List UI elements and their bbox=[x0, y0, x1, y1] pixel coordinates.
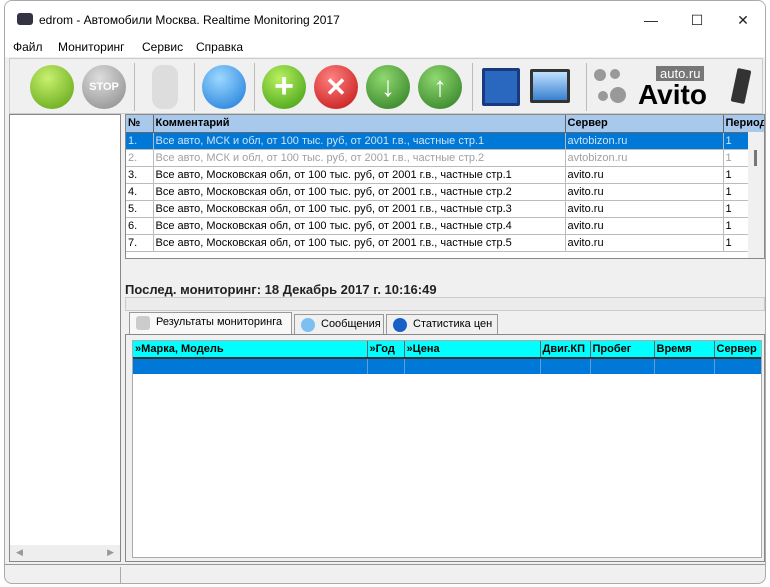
progress-bar bbox=[125, 297, 765, 311]
close-button[interactable]: ✕ bbox=[721, 5, 765, 35]
tasks-table[interactable]: № Комментарий Сервер Период 1. Все авто, … bbox=[125, 114, 765, 259]
status-bar bbox=[5, 564, 765, 583]
cell-server: avtobizon.ru bbox=[565, 132, 724, 150]
col-period[interactable]: Период bbox=[723, 115, 764, 133]
table-row[interactable]: 4. Все авто, Московская обл, от 100 тыс. … bbox=[126, 183, 764, 201]
minimize-button[interactable]: — bbox=[629, 5, 673, 35]
stats-icon bbox=[393, 318, 407, 332]
col-server[interactable]: Сервер bbox=[565, 115, 724, 133]
menu-service[interactable]: Сервис bbox=[142, 40, 183, 54]
toolbar: STOP + ✕ ↓ ↑ auto.ru Avito bbox=[9, 58, 763, 114]
table-row[interactable]: 6. Все авто, Московская обл, от 100 тыс. … bbox=[126, 217, 764, 235]
vertical-scrollbar[interactable] bbox=[748, 132, 764, 258]
cell-server: avito.ru bbox=[565, 166, 724, 184]
tab-price-stats[interactable]: Статистика цен bbox=[386, 314, 498, 334]
cell-n: 1. bbox=[126, 132, 154, 150]
table-row[interactable] bbox=[133, 358, 761, 374]
cell-server: avito.ru bbox=[565, 200, 724, 218]
stop-icon[interactable]: STOP bbox=[82, 65, 126, 109]
cell-n: 4. bbox=[126, 183, 154, 201]
cell-n: 3. bbox=[126, 166, 154, 184]
cell-comment: Все авто, Московская обл, от 100 тыс. ру… bbox=[153, 234, 566, 252]
cell-server: avito.ru bbox=[565, 217, 724, 235]
results-col[interactable]: »Год bbox=[367, 341, 405, 359]
avito-auto-logo[interactable]: auto.ru Avito bbox=[594, 65, 754, 109]
table-row[interactable]: 2. Все авто, МСК и обл, от 100 тыс. руб, … bbox=[126, 149, 764, 167]
table-row[interactable]: 1. Все авто, МСК и обл, от 100 тыс. руб, … bbox=[126, 132, 764, 150]
tab-monitoring-results[interactable]: Результаты мониторинга bbox=[129, 312, 292, 334]
results-col[interactable]: Пробег bbox=[590, 341, 655, 359]
window-title: edrom - Автомобили Москва. Realtime Moni… bbox=[39, 13, 340, 27]
results-panel: »Марка, Модель »Год »Цена Двиг.КП Пробег Врем… bbox=[125, 334, 765, 562]
start-car-icon[interactable] bbox=[30, 65, 74, 109]
cell-comment: Все авто, МСК и обл, от 100 тыс. руб, от… bbox=[153, 132, 566, 150]
move-up-icon[interactable]: ↑ bbox=[418, 65, 462, 109]
add-icon[interactable]: + bbox=[262, 65, 306, 109]
menu-bar: Файл Мониторинг Сервис Справка bbox=[5, 39, 765, 57]
status-panel bbox=[9, 567, 121, 583]
scroll-thumb[interactable] bbox=[754, 150, 757, 166]
menu-file[interactable]: Файл bbox=[13, 40, 43, 54]
phone-icon bbox=[730, 67, 752, 105]
import-icon[interactable] bbox=[530, 69, 570, 103]
title-bar: edrom - Автомобили Москва. Realtime Moni… bbox=[5, 1, 765, 39]
chat-bubble-icon bbox=[301, 318, 315, 332]
cell-n: 7. bbox=[126, 234, 154, 252]
cell-comment: Все авто, МСК и обл, от 100 тыс. руб, от… bbox=[153, 149, 566, 167]
cell-comment: Все авто, Московская обл, от 100 тыс. ру… bbox=[153, 166, 566, 184]
results-col[interactable]: Сервер bbox=[714, 341, 761, 359]
results-col[interactable]: »Марка, Модель bbox=[133, 341, 368, 359]
app-window: edrom - Автомобили Москва. Realtime Moni… bbox=[4, 0, 766, 584]
cell-comment: Все авто, Московская обл, от 100 тыс. ру… bbox=[153, 200, 566, 218]
app-icon bbox=[17, 13, 33, 25]
results-col[interactable]: Двиг.КП bbox=[540, 341, 591, 359]
walk-icon[interactable] bbox=[152, 65, 178, 109]
cell-n: 6. bbox=[126, 217, 154, 235]
menu-monitoring[interactable]: Мониторинг bbox=[58, 40, 125, 54]
col-number[interactable]: № bbox=[126, 115, 154, 133]
edit-icon[interactable] bbox=[482, 68, 520, 106]
results-table[interactable]: »Марка, Модель »Год »Цена Двиг.КП Пробег Врем… bbox=[132, 340, 762, 558]
cell-n: 5. bbox=[126, 200, 154, 218]
cell-server: avtobizon.ru bbox=[565, 149, 724, 167]
cell-n: 2. bbox=[126, 149, 154, 167]
magnifier-icon bbox=[136, 316, 150, 330]
results-col[interactable]: »Цена bbox=[404, 341, 541, 359]
delete-icon[interactable]: ✕ bbox=[314, 65, 358, 109]
table-row[interactable]: 5. Все авто, Московская обл, от 100 тыс. … bbox=[126, 200, 764, 218]
move-down-icon[interactable]: ↓ bbox=[366, 65, 410, 109]
cell-server: avito.ru bbox=[565, 234, 724, 252]
cell-comment: Все авто, Московская обл, от 100 тыс. ру… bbox=[153, 183, 566, 201]
last-monitoring-status: Послед. мониторинг: 18 Декабрь 2017 г. 1… bbox=[125, 282, 437, 297]
tree-panel[interactable]: ◀ ▶ bbox=[9, 114, 121, 562]
col-comment[interactable]: Комментарий bbox=[153, 115, 566, 133]
menu-help[interactable]: Справка bbox=[196, 40, 243, 54]
table-row[interactable]: 7. Все авто, Московская обл, от 100 тыс. … bbox=[126, 234, 764, 252]
cell-server: avito.ru bbox=[565, 183, 724, 201]
results-col[interactable]: Время bbox=[654, 341, 715, 359]
tab-messages[interactable]: Сообщения bbox=[294, 314, 384, 334]
maximize-button[interactable]: ☐ bbox=[675, 5, 719, 35]
table-row[interactable]: 3. Все авто, Московская обл, от 100 тыс. … bbox=[126, 166, 764, 184]
settings-gears-icon[interactable] bbox=[202, 65, 246, 109]
cell-comment: Все авто, Московская обл, от 100 тыс. ру… bbox=[153, 217, 566, 235]
horizontal-scrollbar[interactable]: ◀ ▶ bbox=[10, 545, 120, 561]
